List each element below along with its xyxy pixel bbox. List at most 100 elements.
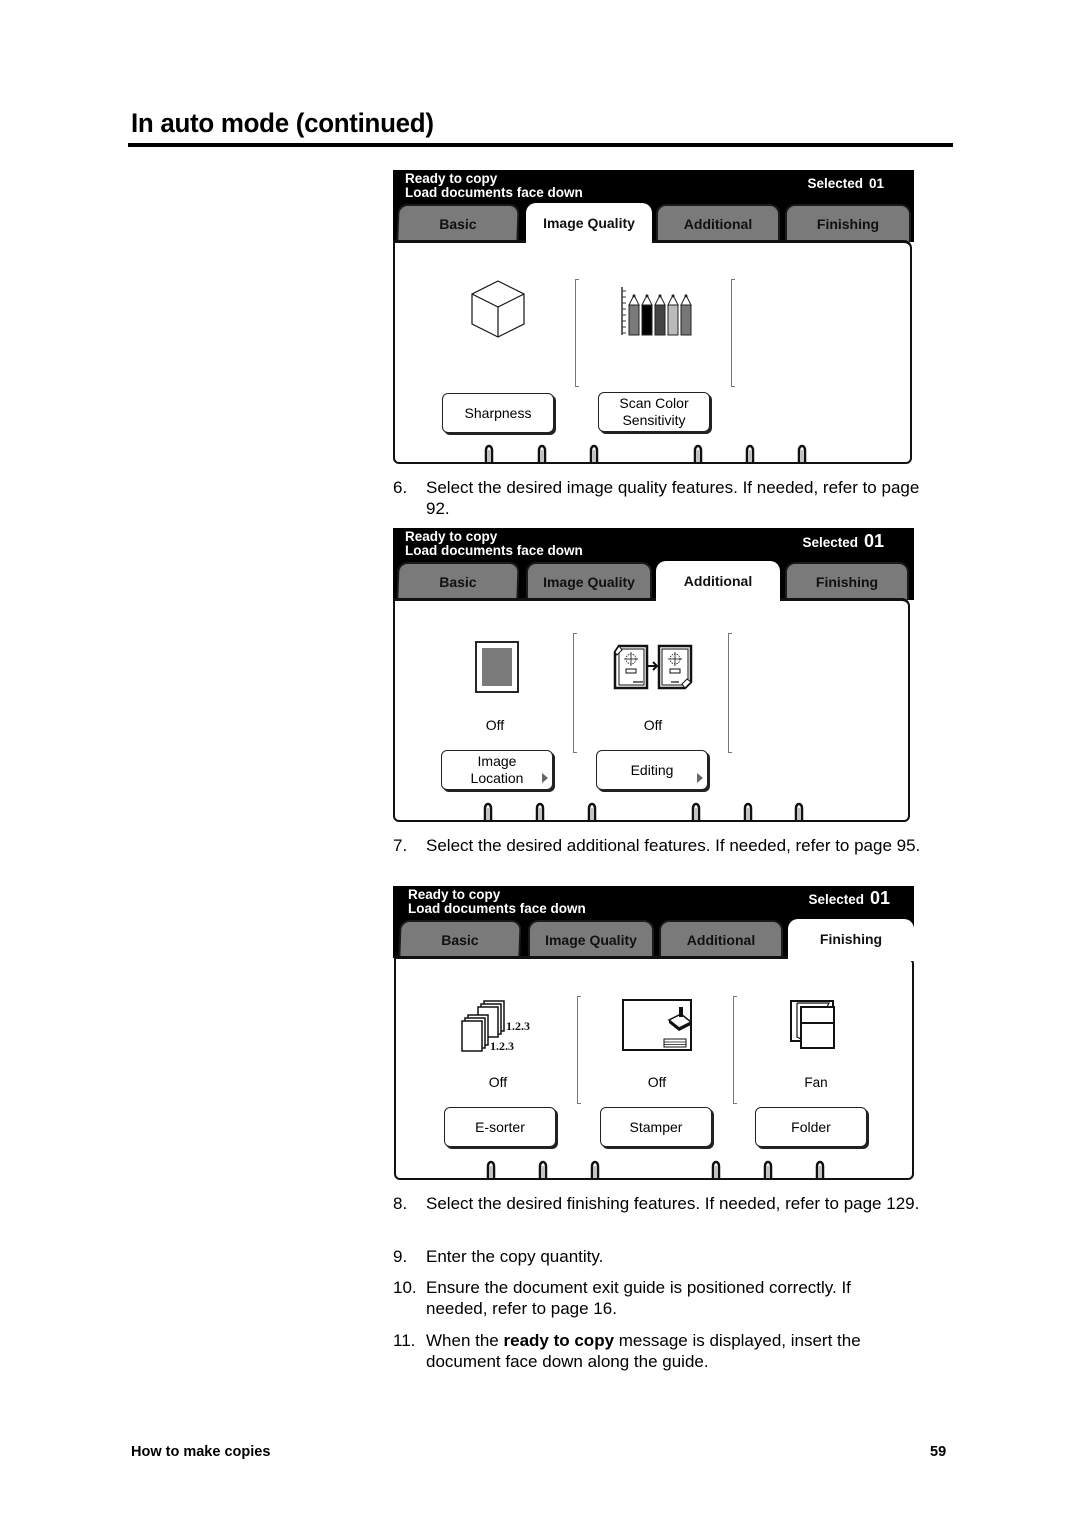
button-label: Scan Color Sensitivity: [619, 395, 689, 428]
panel-body: 1.2.3 1.2.3 Off Off Fan E-sorter Stamper…: [394, 956, 914, 1180]
page-title: In auto mode (continued): [131, 108, 434, 138]
folder-value: Fan: [804, 1075, 828, 1090]
tab-basic[interactable]: Basic: [396, 204, 520, 242]
e-sorter-button[interactable]: E-sorter: [444, 1107, 556, 1147]
hook-icon: [537, 444, 547, 462]
button-label: Sharpness: [464, 404, 532, 421]
step-8: 8. Select the desired finishing features…: [393, 1193, 938, 1214]
step-text: Select the desired image quality feature…: [426, 478, 920, 518]
e-sorter-value: Off: [488, 1074, 508, 1090]
hook-icon: [590, 1160, 600, 1178]
step-number: 6.: [393, 478, 408, 497]
hook-icon: [797, 444, 807, 462]
tab-finishing[interactable]: Finishing: [785, 204, 911, 242]
step-11: 11. When the ready to copy message is di…: [393, 1330, 938, 1372]
hook-icon: [693, 444, 703, 462]
status-ready: Ready to copy: [405, 529, 498, 544]
tab-image-quality[interactable]: Image Quality: [528, 920, 654, 958]
tab-image-quality[interactable]: Image Quality: [526, 203, 652, 245]
divider: [575, 279, 579, 387]
button-label: Editing: [630, 761, 674, 778]
copier-panel-finishing: Ready to copy Load documents face down S…: [393, 886, 914, 1182]
tab-basic[interactable]: Basic: [398, 920, 522, 958]
panel-body: Off Off Image Location Editing: [393, 598, 910, 822]
button-label: Folder: [791, 1118, 831, 1135]
hook-icon: [763, 1160, 773, 1178]
status-instruction: Load documents face down: [405, 185, 583, 200]
tab-finishing[interactable]: Finishing: [788, 919, 914, 961]
divider: [731, 279, 735, 387]
selected-label: Selected: [808, 892, 864, 907]
step-text: Enter the copy quantity.: [426, 1247, 604, 1266]
ready-to-copy-emphasis: ready to copy: [503, 1331, 615, 1350]
step-number: 11.: [393, 1331, 416, 1350]
hook-icon: [484, 444, 494, 462]
selected-count: Selected 01: [807, 176, 884, 191]
stamper-value: Off: [647, 1074, 667, 1090]
folder-icon: [790, 1000, 835, 1049]
step-number: 10.: [393, 1278, 417, 1297]
step-text: Select the desired finishing features. I…: [426, 1194, 920, 1213]
editing-value: Off: [643, 717, 663, 733]
color-pencils-icon: [621, 287, 692, 336]
step-text: Ensure the document exit guide is positi…: [426, 1278, 851, 1318]
title-rule: [128, 143, 953, 147]
selected-value: 01: [868, 176, 884, 191]
step-number: 7.: [393, 836, 408, 855]
cube-icon: [471, 280, 525, 338]
divider: [728, 633, 732, 753]
divider: [733, 996, 737, 1104]
hook-icon: [486, 1160, 496, 1178]
step-text: When the ready to copy message is displa…: [426, 1331, 861, 1371]
editing-button[interactable]: Editing: [596, 750, 708, 790]
sharpness-button[interactable]: Sharpness: [442, 393, 554, 433]
folder-button[interactable]: Folder: [755, 1107, 867, 1147]
step-10: 10. Ensure the document exit guide is po…: [393, 1277, 938, 1319]
tab-additional[interactable]: Additional: [656, 561, 780, 603]
hook-icon: [535, 802, 545, 820]
stamper-button[interactable]: Stamper: [600, 1107, 712, 1147]
step-text: Select the desired additional features. …: [426, 836, 921, 855]
footer-section-title: How to make copies: [131, 1444, 271, 1460]
hook-icon: [538, 1160, 548, 1178]
page-number: 59: [930, 1444, 947, 1460]
submenu-arrow-icon: [542, 773, 548, 783]
step-7: 7. Select the desired additional feature…: [393, 835, 938, 856]
hook-icon: [711, 1160, 721, 1178]
step-6: 6. Select the desired image quality feat…: [393, 477, 938, 519]
tab-finishing[interactable]: Finishing: [785, 562, 909, 600]
hook-icon: [587, 802, 597, 820]
hook-icon: [691, 802, 701, 820]
button-label: Image Location: [470, 753, 524, 786]
image-location-button[interactable]: Image Location: [441, 750, 553, 790]
sort-order-label: 1.2.3: [506, 1019, 530, 1033]
status-ready: Ready to copy: [405, 171, 498, 186]
copier-panel-image-quality: Ready to copy Load documents face down S…: [393, 170, 914, 466]
button-label: Stamper: [629, 1118, 683, 1135]
tab-additional[interactable]: Additional: [656, 204, 780, 242]
step-number: 8.: [393, 1194, 408, 1213]
tab-additional[interactable]: Additional: [659, 920, 783, 958]
selected-value: 01: [863, 531, 884, 551]
e-sorter-icon: 1.2.3 1.2.3: [461, 1000, 530, 1053]
hook-icon: [483, 802, 493, 820]
selected-count: Selected 01: [802, 531, 884, 552]
status-instruction: Load documents face down: [405, 543, 583, 558]
submenu-arrow-icon: [697, 773, 703, 783]
panel-body: Sharpness Scan Color Sensitivity: [393, 240, 912, 464]
scan-color-sensitivity-button[interactable]: Scan Color Sensitivity: [598, 392, 710, 432]
hook-icon: [794, 802, 804, 820]
step-9: 9. Enter the copy quantity.: [393, 1246, 938, 1267]
selected-value: 01: [869, 888, 890, 908]
hook-icon: [815, 1160, 825, 1178]
selected-label: Selected: [807, 176, 863, 191]
editing-icon: [613, 644, 693, 690]
hook-icon: [745, 444, 755, 462]
tab-image-quality[interactable]: Image Quality: [526, 562, 652, 600]
divider: [577, 996, 581, 1104]
status-ready: Ready to copy: [408, 887, 501, 902]
sort-order-label: 1.2.3: [490, 1039, 514, 1053]
step-number: 9.: [393, 1247, 408, 1266]
selected-label: Selected: [802, 535, 858, 550]
tab-basic[interactable]: Basic: [396, 562, 520, 600]
